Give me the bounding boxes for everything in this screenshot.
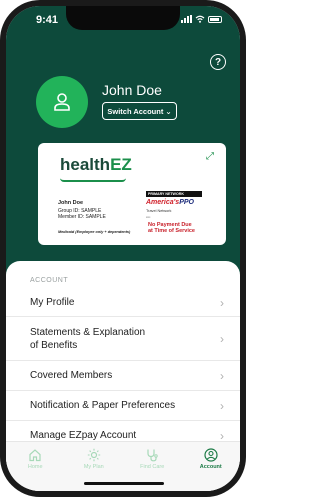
insurance-card[interactable]: healthEZ ⤢ John Doe Group ID: SAMPLE Mem… bbox=[38, 143, 226, 245]
menu-item-covered-members[interactable]: Covered Members › bbox=[6, 361, 240, 391]
menu-item-my-profile[interactable]: My Profile › bbox=[6, 289, 240, 317]
card-brand-swoosh bbox=[60, 178, 126, 182]
chevron-right-icon: › bbox=[220, 368, 224, 383]
battery-icon bbox=[208, 15, 222, 23]
tab-my-plan[interactable]: My Plan bbox=[71, 448, 117, 470]
account-header: 9:41 ? John Doe Switch Account ⌄ healthE… bbox=[6, 6, 240, 296]
help-icon[interactable]: ? bbox=[210, 54, 226, 70]
card-brand-logo: healthEZ bbox=[60, 155, 132, 174]
device-notch bbox=[66, 6, 180, 30]
menu-item-statements[interactable]: Statements & Explanation of Benefits › bbox=[6, 317, 240, 361]
account-menu: My Profile › Statements & Explanation of… bbox=[6, 289, 240, 451]
signal-icon bbox=[181, 15, 192, 23]
avatar bbox=[36, 76, 88, 128]
home-indicator bbox=[84, 482, 164, 485]
user-icon bbox=[54, 93, 70, 111]
card-member-info: John Doe Group ID: SAMPLE Member ID: SAM… bbox=[58, 200, 106, 220]
sun-icon bbox=[87, 448, 100, 462]
status-time: 9:41 bbox=[36, 14, 59, 26]
expand-icon[interactable]: ⤢ bbox=[206, 151, 214, 162]
tab-home[interactable]: Home bbox=[12, 448, 58, 470]
card-no-payment: No Payment Due at Time of Service bbox=[148, 222, 195, 234]
chevron-right-icon: › bbox=[220, 398, 224, 413]
menu-item-notification-preferences[interactable]: Notification & Paper Preferences › bbox=[6, 391, 240, 421]
section-label-account: ACCOUNT bbox=[30, 277, 69, 284]
card-member-id: Member ID: SAMPLE bbox=[58, 214, 106, 220]
chevron-right-icon: › bbox=[220, 331, 224, 346]
stethoscope-icon bbox=[147, 449, 158, 462]
chevron-right-icon: › bbox=[220, 295, 224, 310]
phone-frame: 9:41 ? John Doe Switch Account ⌄ healthE… bbox=[0, 0, 246, 497]
tab-find-care[interactable]: Find Care bbox=[129, 448, 175, 470]
app-screen: 9:41 ? John Doe Switch Account ⌄ healthE… bbox=[6, 6, 240, 491]
account-icon bbox=[204, 448, 218, 462]
switch-account-button[interactable]: Switch Account ⌄ bbox=[102, 102, 177, 120]
status-icons bbox=[181, 15, 222, 23]
card-network-header: PRIMARY NETWORK bbox=[146, 191, 202, 197]
card-member-name: John Doe bbox=[58, 200, 84, 206]
card-medicaid-note: Medicaid (Employee only + dependents) bbox=[58, 230, 131, 234]
switch-account-label: Switch Account bbox=[107, 106, 164, 116]
card-ppo-logo: America'sPPO bbox=[146, 199, 194, 206]
chevron-down-icon: ⌄ bbox=[165, 106, 172, 116]
tab-account[interactable]: Account bbox=[188, 448, 234, 470]
wifi-icon bbox=[195, 15, 205, 23]
card-travel-network: Travel Network bbox=[146, 209, 172, 213]
card-small-logo: ▪▪▪▪ bbox=[146, 215, 151, 219]
profile-name: John Doe bbox=[102, 82, 162, 98]
home-icon bbox=[29, 449, 41, 462]
